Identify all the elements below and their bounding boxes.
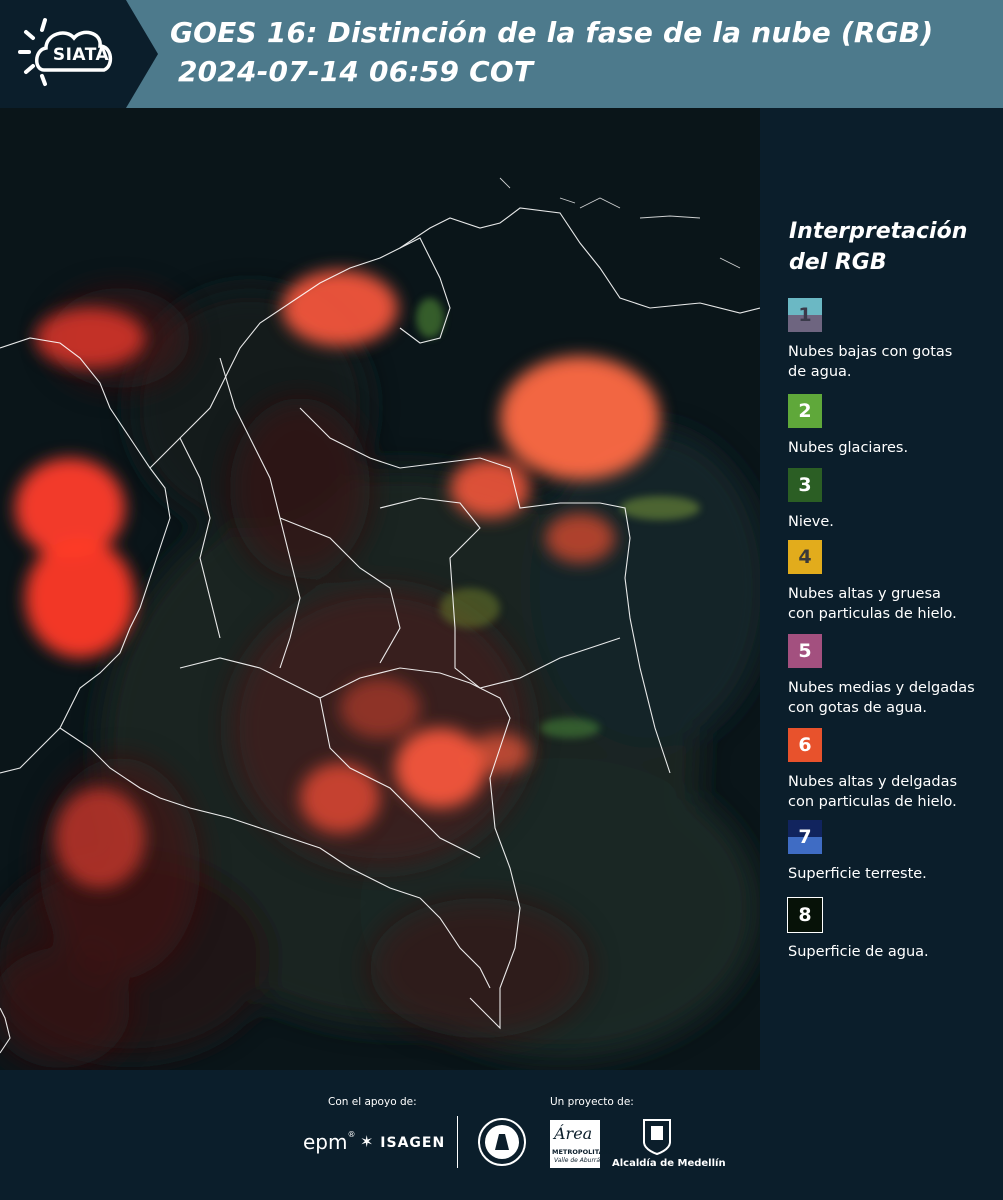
legend-item-8: 8 Superficie de agua. bbox=[787, 897, 993, 968]
legend-item-6: 6 Nubes altas y delgadas con particulas de… bbox=[788, 728, 993, 810]
legend-label-line2: con particulas de hielo. bbox=[788, 794, 957, 810]
legend-label: Superficie de agua. bbox=[788, 942, 993, 962]
legend-number: 1 bbox=[798, 304, 812, 326]
legend-label-line1: Nubes bajas con gotas bbox=[788, 344, 953, 360]
page-timestamp: 2024-07-14 06:59 COT bbox=[178, 55, 534, 88]
legend-swatch: 5 bbox=[788, 634, 822, 668]
legend-label: Nubes glaciares. bbox=[788, 438, 993, 458]
alcaldia-logo-text: Alcaldía de Medellín bbox=[612, 1158, 726, 1169]
area-logo-line2: Valle de Aburrá bbox=[554, 1157, 601, 1164]
epm-logo-text: epm bbox=[303, 1130, 348, 1154]
legend-label-line1: Nubes altas y gruesa bbox=[788, 586, 941, 602]
legend-number: 2 bbox=[798, 400, 812, 422]
alcaldia-logo[interactable]: Alcaldía de Medellín bbox=[612, 1118, 726, 1169]
legend-item-1: 1 Nubes bajas con gotas de agua. bbox=[788, 298, 993, 380]
logo-text: SIATA bbox=[52, 45, 110, 65]
legend-item-3: 3 Nieve. bbox=[788, 468, 993, 538]
legend-swatch: 2 bbox=[788, 394, 822, 428]
legend-label-line2: con gotas de agua. bbox=[788, 700, 927, 716]
legend-swatch: 6 bbox=[788, 728, 822, 762]
siata-logo[interactable]: SIATA bbox=[0, 0, 158, 108]
legend-label-line1: Nubes glaciares. bbox=[788, 440, 909, 456]
legend-item-7: 7 Superficie terreste. bbox=[788, 820, 993, 890]
legend-number: 8 bbox=[798, 904, 812, 926]
alcaldia-shield-icon bbox=[643, 1119, 671, 1156]
footer: Con el apoyo de: Un proyecto de: epm® ✶ … bbox=[0, 1070, 1003, 1200]
epm-logo[interactable]: epm® bbox=[303, 1130, 355, 1154]
legend-label: Nubes medias y delgadas con gotas de agua… bbox=[788, 678, 993, 718]
legend-number: 4 bbox=[798, 546, 812, 568]
legend-panel: Interpretación del RGB 1 Nubes bajas con … bbox=[760, 108, 1003, 1070]
legend-label: Superficie terreste. bbox=[788, 864, 993, 884]
footer-divider bbox=[457, 1116, 458, 1168]
legend-label: Nieve. bbox=[788, 512, 993, 532]
legend-number: 7 bbox=[798, 826, 812, 848]
legend-swatch: 1 bbox=[788, 298, 822, 332]
legend-label-line2: con particulas de hielo. bbox=[788, 606, 957, 622]
legend-swatch: 8 bbox=[787, 897, 823, 933]
legend-label: Nubes bajas con gotas de agua. bbox=[788, 342, 993, 382]
area-metropolitana-logo[interactable]: Área METROPOLITANA Valle de Aburrá bbox=[550, 1120, 614, 1172]
legend-number: 6 bbox=[798, 734, 812, 756]
legend-label-line1: Superficie de agua. bbox=[788, 944, 929, 960]
legend-label-line1: Nubes medias y delgadas bbox=[788, 680, 975, 696]
legend-label-line1: Nubes altas y delgadas bbox=[788, 774, 958, 790]
area-logo-script: Área bbox=[554, 1124, 593, 1143]
isagen-logo-text: ISAGEN bbox=[380, 1135, 446, 1151]
legend-label: Nubes altas y gruesa con particulas de hi… bbox=[788, 584, 993, 624]
legend-label-line1: Nieve. bbox=[788, 514, 834, 530]
legend-swatch: 3 bbox=[788, 468, 822, 502]
header: SIATA GOES 16: Distinción de la fase de … bbox=[0, 0, 1003, 108]
seal-logo[interactable] bbox=[477, 1116, 527, 1172]
legend-title: Interpretación del RGB bbox=[789, 216, 989, 278]
isagen-star-icon: ✶ bbox=[360, 1132, 375, 1151]
legend-label: Nubes altas y delgadas con particulas de … bbox=[788, 772, 993, 812]
satellite-map[interactable] bbox=[0, 108, 760, 1070]
legend-number: 5 bbox=[798, 640, 812, 662]
legend-label-line2: de agua. bbox=[788, 364, 852, 380]
project-caption: Un proyecto de: bbox=[550, 1096, 634, 1108]
legend-swatch: 4 bbox=[788, 540, 822, 574]
legend-number: 3 bbox=[798, 474, 812, 496]
area-logo-line1: METROPOLITANA bbox=[552, 1148, 615, 1156]
isagen-logo[interactable]: ✶ ISAGEN bbox=[360, 1132, 445, 1151]
legend-title-line2: del RGB bbox=[789, 250, 887, 275]
page-title: GOES 16: Distinción de la fase de la nub… bbox=[170, 16, 934, 49]
support-caption: Con el apoyo de: bbox=[328, 1096, 417, 1108]
legend-item-2: 2 Nubes glaciares. bbox=[788, 394, 993, 464]
legend-label-line1: Superficie terreste. bbox=[788, 866, 927, 882]
legend-title-line1: Interpretación bbox=[789, 219, 968, 244]
legend-item-4: 4 Nubes altas y gruesa con particulas de h… bbox=[788, 540, 993, 622]
legend-item-5: 5 Nubes medias y delgadas con gotas de agu… bbox=[788, 634, 993, 716]
seal-icon bbox=[478, 1118, 526, 1166]
legend-swatch: 7 bbox=[788, 820, 822, 854]
satellite-image bbox=[0, 108, 760, 1070]
